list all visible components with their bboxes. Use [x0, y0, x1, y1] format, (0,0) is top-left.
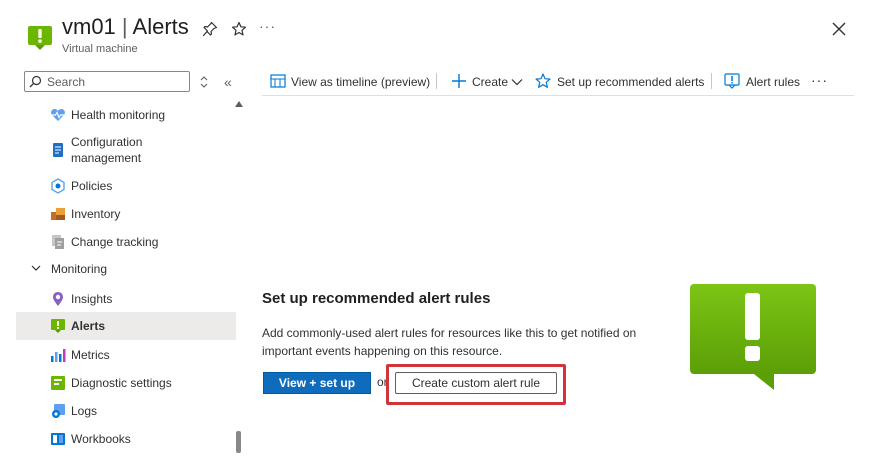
sidebar-item-label: Configuration management [71, 135, 143, 165]
sidebar-item-policies[interactable]: Policies [16, 172, 236, 200]
alert-icon [51, 319, 65, 333]
policy-gear-icon [51, 178, 65, 194]
search-placeholder: Search [47, 75, 86, 89]
sidebar-item-diagnostic-settings[interactable]: Diagnostic settings [16, 369, 236, 397]
scroll-up-arrow-icon[interactable] [235, 101, 243, 107]
sidebar-item-inventory[interactable]: Inventory [16, 200, 236, 228]
create-dropdown-button[interactable]: Create [451, 72, 526, 92]
sidebar-item-alerts[interactable]: Alerts [16, 312, 236, 340]
toolbar-more-button[interactable]: ··· [811, 72, 831, 92]
sidebar-item-label: Diagnostic settings [71, 376, 172, 390]
sidebar-item-label: Change tracking [71, 235, 159, 249]
alert-rules-label: Alert rules [746, 75, 801, 89]
inventory-box-icon [51, 208, 65, 220]
create-label: Create [472, 75, 509, 89]
star-icon [535, 73, 551, 88]
sidebar-item-label: Workbooks [71, 432, 131, 446]
title-separator: | [121, 14, 128, 39]
setup-recommended-alerts-label: Set up recommended alerts [557, 75, 705, 89]
sidebar-group-monitoring[interactable]: Monitoring [16, 257, 236, 283]
close-icon[interactable] [830, 20, 848, 38]
sidebar-item-label: Logs [71, 404, 98, 418]
timeline-icon [270, 74, 286, 88]
empty-state-title: Set up recommended alert rules [262, 290, 491, 307]
favorite-star-icon[interactable] [231, 21, 247, 37]
sidebar-group-label: Monitoring [51, 262, 108, 276]
create-custom-alert-rule-button[interactable]: Create custom alert rule [395, 372, 557, 394]
chevron-down-icon [31, 265, 41, 271]
heart-pulse-icon [51, 109, 65, 121]
view-as-timeline-label: View as timeline (preview) [291, 75, 431, 89]
empty-state-description: Add commonly-used alert rules for resour… [262, 326, 637, 358]
alert-rules-button[interactable]: Alert rules [724, 72, 804, 92]
chevron-down-icon [511, 79, 523, 86]
sidebar-item-label: Alerts [71, 319, 106, 333]
command-bar: View as timeline (preview) Create Set up… [262, 68, 854, 96]
resource-name: vm01 [62, 14, 116, 39]
resource-type: Virtual machine [62, 43, 138, 55]
sidebar-item-change-tracking[interactable]: Change tracking [16, 228, 236, 256]
view-as-timeline-button[interactable]: View as timeline (preview) [270, 72, 432, 92]
vm-alert-icon [28, 26, 52, 50]
document-icon [53, 143, 63, 157]
sidebar-item-workbooks[interactable]: Workbooks [16, 425, 236, 453]
sort-icon[interactable] [198, 75, 210, 89]
lightbulb-pin-icon [53, 292, 63, 306]
alert-illustration-icon [690, 284, 816, 390]
page-title: vm01 | Alerts [62, 14, 189, 40]
workbook-icon [51, 433, 65, 445]
sidebar-scrollbar-thumb[interactable] [236, 431, 241, 453]
alert-rules-icon [724, 73, 740, 89]
search-icon [29, 75, 42, 88]
logs-icon [52, 404, 65, 418]
diagnostic-settings-icon [51, 376, 65, 390]
sidebar-item-health-monitoring[interactable]: Health monitoring [16, 101, 236, 129]
toolbar-divider [436, 73, 437, 89]
sidebar-item-metrics[interactable]: Metrics [16, 341, 236, 369]
change-tracking-icon [52, 235, 64, 249]
setup-recommended-alerts-button[interactable]: Set up recommended alerts [535, 72, 705, 92]
toolbar-divider [711, 73, 712, 89]
sidebar-item-label: Policies [71, 179, 113, 193]
sidebar-search-input[interactable]: Search [24, 71, 190, 92]
page-name: Alerts [132, 14, 189, 39]
sidebar-item-label: Metrics [71, 348, 110, 362]
sidebar-item-configuration-management[interactable]: Configuration management [16, 134, 236, 166]
sidebar-item-label: Health monitoring [71, 108, 166, 122]
sidebar-item-insights[interactable]: Insights [16, 285, 236, 313]
more-options-button[interactable]: ··· [259, 18, 276, 34]
toolbar-more-label: ··· [811, 72, 828, 88]
collapse-sidebar-button[interactable]: « [224, 74, 232, 90]
sidebar-item-logs[interactable]: Logs [16, 397, 236, 425]
sidebar-item-label: Inventory [71, 207, 121, 221]
view-set-up-button[interactable]: View + set up [263, 372, 371, 394]
plus-icon [452, 74, 466, 88]
sidebar-item-label: Insights [71, 292, 113, 306]
pin-icon[interactable] [202, 21, 218, 37]
metrics-bar-icon [51, 349, 66, 362]
